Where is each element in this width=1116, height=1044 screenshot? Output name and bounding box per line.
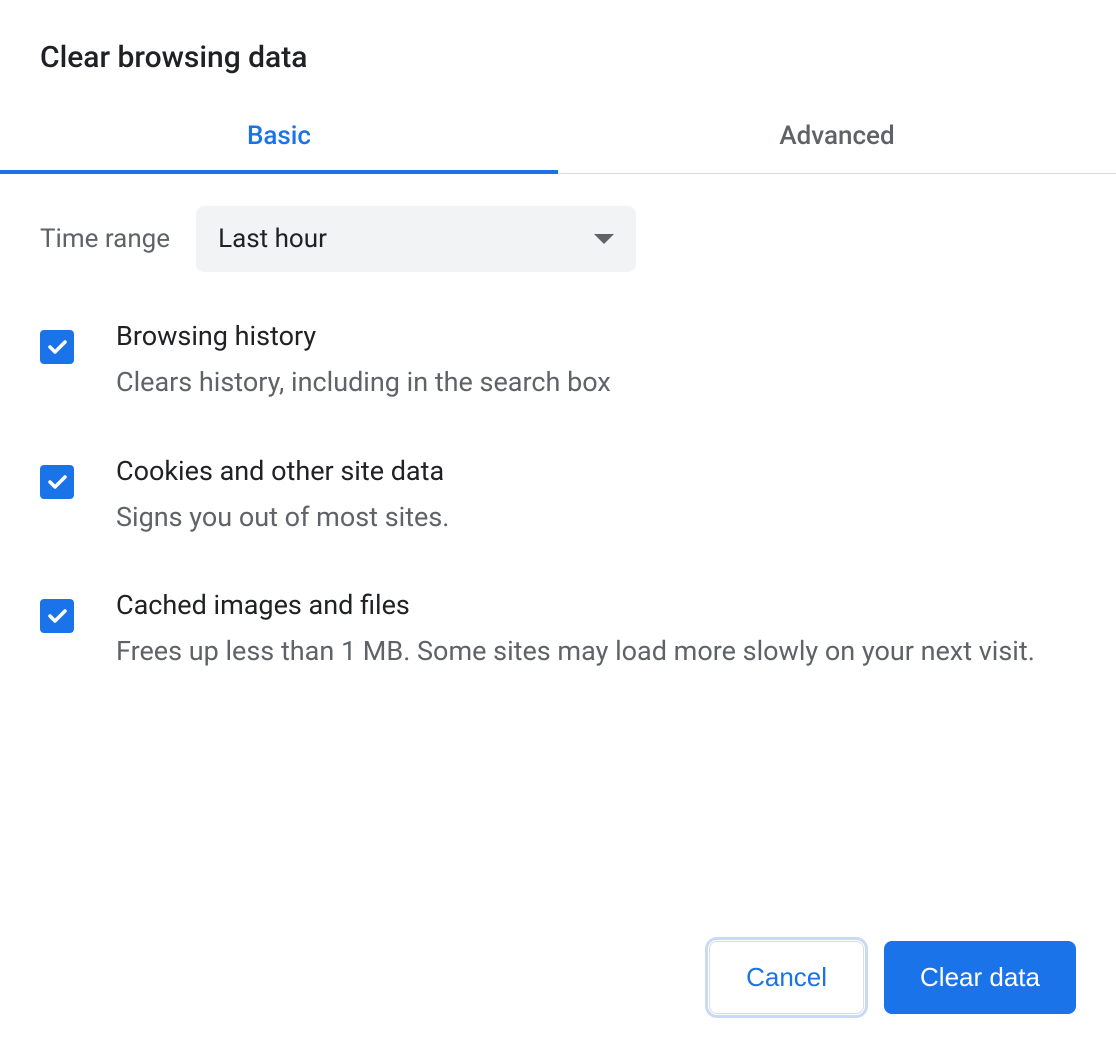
option-text: Cached images and files Frees up less th… (116, 589, 1076, 672)
tab-advanced[interactable]: Advanced (558, 103, 1116, 173)
options-list: Browsing history Clears history, includi… (40, 320, 1076, 672)
option-text: Cookies and other site data Signs you ou… (116, 455, 1076, 538)
cancel-button[interactable]: Cancel (709, 941, 864, 1014)
option-description: Frees up less than 1 MB. Some sites may … (116, 631, 1076, 672)
time-range-row: Time range Last hour (40, 206, 1076, 272)
tabs-container: Basic Advanced (0, 103, 1116, 174)
option-browsing-history: Browsing history Clears history, includi… (40, 320, 1076, 403)
option-description: Signs you out of most sites. (116, 497, 1076, 538)
dialog-title: Clear browsing data (40, 40, 1076, 75)
check-icon (45, 470, 69, 494)
clear-data-button[interactable]: Clear data (884, 941, 1076, 1014)
option-cached: Cached images and files Frees up less th… (40, 589, 1076, 672)
option-title: Cached images and files (116, 589, 1076, 621)
option-text: Browsing history Clears history, includi… (116, 320, 1076, 403)
check-icon (45, 604, 69, 628)
option-title: Cookies and other site data (116, 455, 1076, 487)
checkbox-cookies[interactable] (40, 465, 74, 499)
checkbox-browsing-history[interactable] (40, 330, 74, 364)
chevron-down-icon (594, 234, 614, 244)
dialog-footer: Cancel Clear data (40, 911, 1076, 1014)
option-cookies: Cookies and other site data Signs you ou… (40, 455, 1076, 538)
checkbox-cached[interactable] (40, 599, 74, 633)
option-title: Browsing history (116, 320, 1076, 352)
clear-browsing-data-dialog: Clear browsing data Basic Advanced Time … (0, 0, 1116, 1044)
option-description: Clears history, including in the search … (116, 362, 1076, 403)
time-range-label: Time range (40, 224, 170, 254)
check-icon (45, 335, 69, 359)
time-range-select[interactable]: Last hour (196, 206, 636, 272)
tab-basic[interactable]: Basic (0, 103, 558, 173)
time-range-selected-value: Last hour (218, 224, 327, 254)
